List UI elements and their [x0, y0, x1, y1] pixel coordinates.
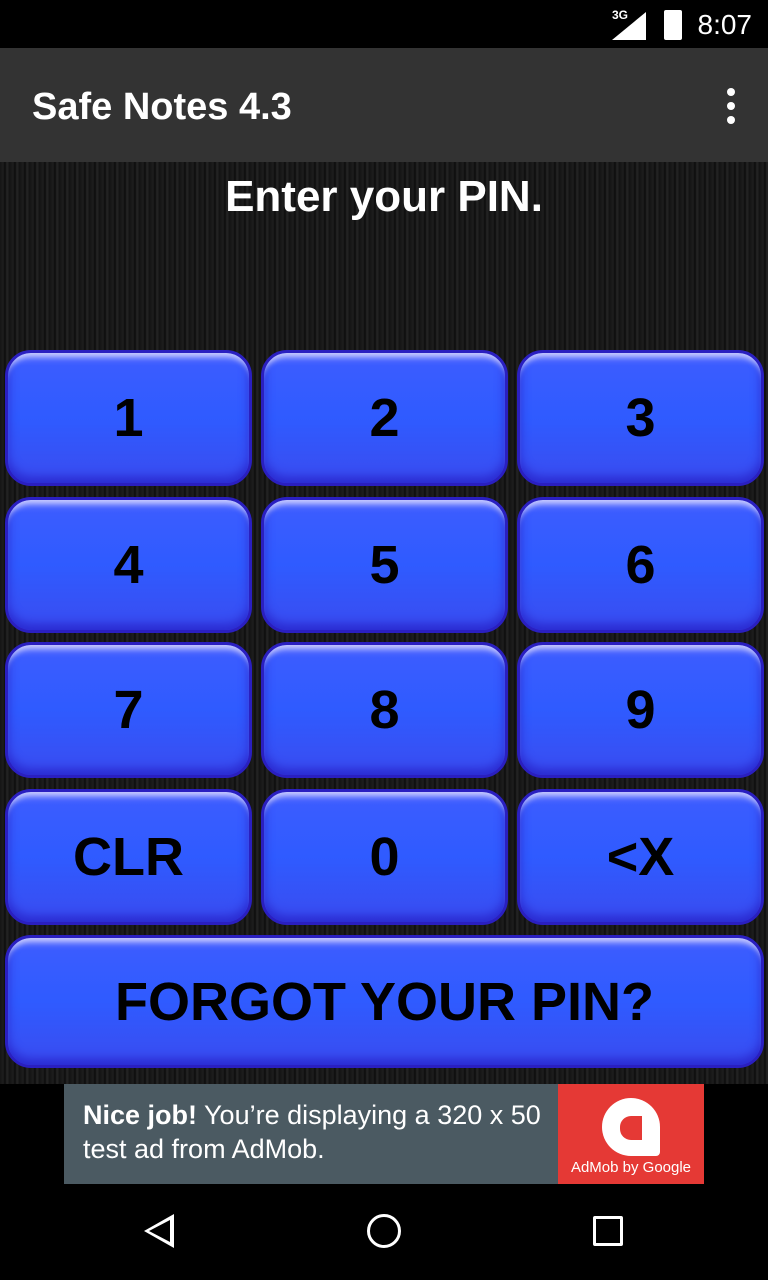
- ad-text: Nice job! You’re displaying a 320 x 50 t…: [83, 1098, 563, 1166]
- key-3[interactable]: 3: [517, 350, 764, 486]
- key-8[interactable]: 8: [261, 642, 508, 778]
- ad-brand: AdMob by Google: [570, 1159, 692, 1176]
- signal-icon: [612, 12, 646, 40]
- app-bar: Safe Notes 4.3: [0, 48, 768, 162]
- pin-prompt: Enter your PIN.: [225, 172, 543, 221]
- admob-logo-icon: [602, 1098, 660, 1156]
- pin-pad-screen: Enter your PIN. 1 2 3 4 5 6 7 8 9 CLR 0 <X FORGOT Y…: [0, 162, 768, 1084]
- backspace-button[interactable]: <X: [517, 789, 764, 925]
- key-0[interactable]: 0: [261, 789, 508, 925]
- clock: 8:07: [697, 9, 753, 40]
- forgot-pin-button[interactable]: FORGOT YOUR PIN?: [5, 935, 764, 1068]
- clear-button[interactable]: CLR: [5, 789, 252, 925]
- key-4[interactable]: 4: [5, 497, 252, 633]
- recents-icon[interactable]: [593, 1216, 623, 1246]
- home-icon[interactable]: [367, 1214, 401, 1248]
- battery-icon: [664, 10, 682, 40]
- ad-banner[interactable]: Nice job! You’re displaying a 320 x 50 t…: [64, 1084, 704, 1184]
- ad-headline: Nice job!: [83, 1100, 198, 1130]
- key-2[interactable]: 2: [261, 350, 508, 486]
- app-title: Safe Notes 4.3: [32, 86, 292, 128]
- key-6[interactable]: 6: [517, 497, 764, 633]
- back-icon[interactable]: [144, 1214, 174, 1248]
- status-bar: 3G 8:07: [0, 0, 768, 48]
- key-5[interactable]: 5: [261, 497, 508, 633]
- navigation-bar: [0, 1184, 768, 1280]
- admob-logo-panel: AdMob by Google: [558, 1084, 704, 1184]
- key-7[interactable]: 7: [5, 642, 252, 778]
- key-1[interactable]: 1: [5, 350, 252, 486]
- key-9[interactable]: 9: [517, 642, 764, 778]
- more-vert-icon[interactable]: [726, 88, 736, 124]
